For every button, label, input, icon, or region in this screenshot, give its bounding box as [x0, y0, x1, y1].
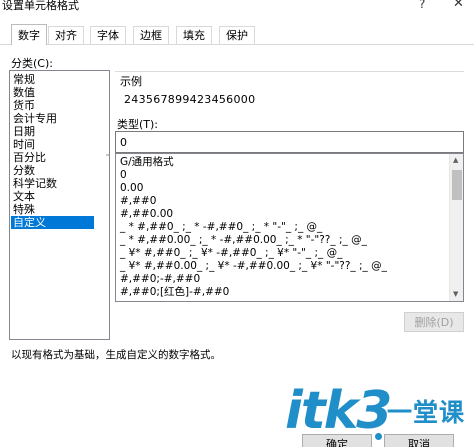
format-list-scroll-thumb[interactable]: [452, 170, 462, 200]
category-scrollbar[interactable]: [104, 72, 109, 338]
sample-divider: [115, 71, 464, 72]
sample-group: 示例 243567899423456000: [115, 71, 464, 108]
format-item[interactable]: _ ¥* #,##0.00_ ;_ ¥* -#,##0.00_ ;_ ¥* "-…: [120, 260, 387, 273]
tab-number[interactable]: 数字: [11, 24, 47, 45]
tab-protection[interactable]: 保护: [219, 26, 255, 44]
category-item-time[interactable]: 时间: [11, 138, 94, 151]
format-item[interactable]: #,##0: [120, 195, 156, 208]
watermark-brand-text: 一堂课: [387, 398, 466, 427]
format-item[interactable]: 0.00: [120, 182, 143, 195]
title-bar: 设置单元格格式 ? ✕: [0, 0, 474, 14]
watermark-dot: [375, 433, 382, 440]
format-item[interactable]: _ * #,##0.00_ ;_ * -#,##0.00_ ;_ * "-"??…: [120, 234, 367, 247]
category-item-fraction[interactable]: 分数: [11, 164, 94, 177]
category-item-special[interactable]: 特殊: [11, 203, 94, 216]
type-label: 类型(T):: [117, 118, 159, 131]
category-item-custom[interactable]: 自定义: [11, 216, 94, 229]
category-item-accounting[interactable]: 会计专用: [11, 112, 94, 125]
category-item-currency[interactable]: 货币: [11, 99, 94, 112]
tab-fill[interactable]: 填充: [176, 26, 212, 44]
category-item-general[interactable]: 常规: [11, 73, 94, 86]
category-scroll-thumb[interactable]: [106, 154, 109, 156]
scroll-down-arrow-icon[interactable]: ▼: [453, 290, 458, 298]
watermark: itk3 一堂课: [285, 381, 474, 447]
category-item-text[interactable]: 文本: [11, 190, 94, 203]
format-item[interactable]: #,##0;-#,##0: [120, 273, 200, 286]
category-item-number[interactable]: 数值: [11, 86, 94, 99]
format-item[interactable]: #,##0;[红色]-#,##0: [120, 286, 229, 299]
description-text: 以现有格式为基础，生成自定义的数字格式。: [11, 349, 221, 361]
format-item[interactable]: G/通用格式: [120, 156, 174, 169]
tab-alignment[interactable]: 对齐: [48, 26, 84, 44]
format-item[interactable]: _ * #,##0_ ;_ * -#,##0_ ;_ * "-"_ ;_ @_: [120, 221, 322, 234]
format-list[interactable]: G/通用格式 0 0.00 #,##0 #,##0.00 _ * #,##0_ …: [115, 153, 464, 302]
category-item-date[interactable]: 日期: [11, 125, 94, 138]
format-item[interactable]: 0: [120, 169, 127, 182]
format-item[interactable]: _ ¥* #,##0_ ;_ ¥* -#,##0_ ;_ ¥* "-"_ ;_ …: [120, 247, 342, 260]
sample-value: 243567899423456000: [124, 93, 256, 106]
sample-label: 示例: [120, 75, 142, 88]
type-input[interactable]: [115, 131, 464, 153]
help-icon[interactable]: ?: [419, 0, 425, 11]
format-cells-dialog: 设置单元格格式 ? ✕ 数字 对齐 字体 边框 填充 保护 分类(C): 常规 …: [0, 0, 474, 447]
close-icon[interactable]: ✕: [453, 0, 464, 11]
tab-font[interactable]: 字体: [90, 26, 126, 44]
category-label: 分类(C):: [11, 57, 53, 70]
format-item[interactable]: #,##0.00: [120, 208, 173, 221]
category-item-percentage[interactable]: 百分比: [11, 151, 94, 164]
category-item-scientific[interactable]: 科学记数: [11, 177, 94, 190]
watermark-logo-text: itk3: [285, 381, 392, 441]
scroll-up-arrow-icon[interactable]: ▲: [453, 156, 458, 164]
dialog-title: 设置单元格格式: [2, 0, 79, 12]
delete-button[interactable]: 删除(D): [404, 312, 464, 332]
category-list[interactable]: 常规 数值 货币 会计专用 日期 时间 百分比 分数 科学记数 文本 特殊 自定…: [9, 70, 110, 340]
tab-border[interactable]: 边框: [133, 26, 169, 44]
